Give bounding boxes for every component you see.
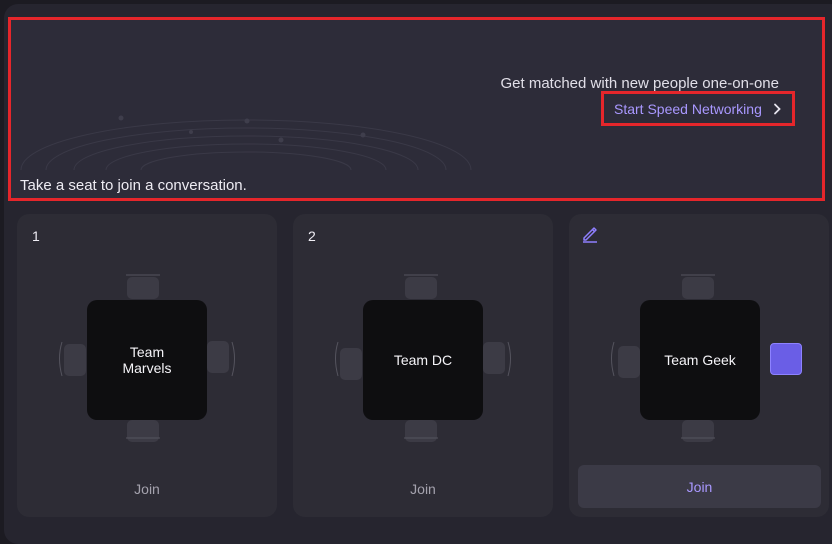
chevron-right-icon [773, 103, 781, 114]
start-speed-networking-button[interactable]: Start Speed Networking [601, 91, 795, 126]
table-name: Team Marvels [87, 300, 207, 420]
table-number: 1 [32, 228, 40, 244]
table-name: Team Geek [640, 300, 760, 420]
pencil-icon[interactable] [581, 225, 599, 243]
table-card-3: Team Geek Join [569, 214, 829, 517]
table-number: 2 [308, 228, 316, 244]
speed-networking-banner: Get matched with new people one-on-one S… [8, 17, 825, 201]
seat-right-occupied[interactable] [770, 343, 802, 375]
table-card-1: 1 Team Marvels Join [17, 214, 277, 517]
join-button[interactable]: Join [17, 481, 277, 497]
banner-title: Get matched with new people one-on-one [500, 75, 779, 92]
join-button[interactable]: Join [578, 465, 821, 508]
decorative-rings [20, 115, 472, 170]
table-name: Team DC [363, 300, 483, 420]
seat-hint: Take a seat to join a conversation. [20, 177, 247, 194]
table-card-2: 2 Team DC Join [293, 214, 553, 517]
start-speed-networking-label: Start Speed Networking [614, 100, 762, 117]
join-button[interactable]: Join [293, 481, 553, 497]
